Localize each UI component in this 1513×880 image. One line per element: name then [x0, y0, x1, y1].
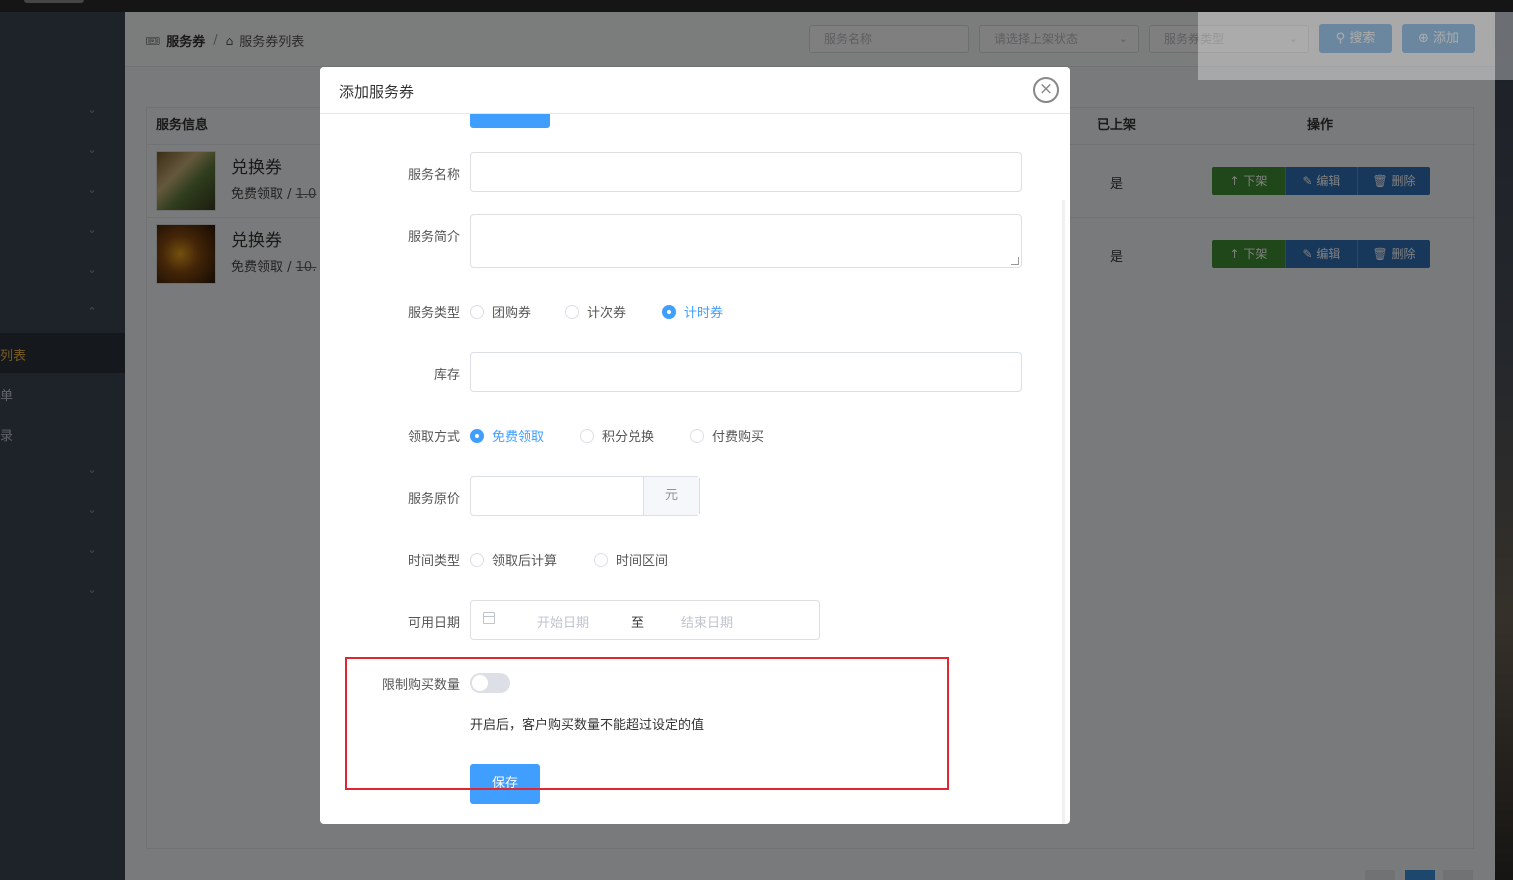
- stock-label: 库存: [433, 368, 460, 383]
- radio-icon: [594, 552, 608, 567]
- dialog-title: 添加服务券: [339, 83, 415, 101]
- radio-group-buy[interactable]: 团购券: [470, 302, 531, 321]
- radio-after-claim[interactable]: 领取后计算: [470, 550, 557, 569]
- claim-method-label: 领取方式: [407, 430, 460, 445]
- service-name-field[interactable]: [470, 152, 1022, 192]
- available-date-label: 可用日期: [407, 616, 460, 631]
- radio-icon: [690, 428, 704, 443]
- calendar-icon: [483, 612, 495, 624]
- service-intro-label: 服务简介: [407, 230, 460, 245]
- original-price-label: 服务原价: [407, 492, 460, 507]
- date-range-picker[interactable]: 开始日期 至 结束日期: [470, 600, 820, 640]
- service-intro-textarea[interactable]: [470, 214, 1022, 268]
- radio-icon: [580, 428, 594, 443]
- resize-handle-icon[interactable]: [1011, 257, 1019, 265]
- radio-paid-purchase[interactable]: 付费购买: [690, 426, 764, 445]
- highlight-box: [345, 657, 949, 790]
- dialog-header: 添加服务券 ×: [320, 67, 1070, 114]
- radio-points-exchange[interactable]: 积分兑换: [580, 426, 654, 445]
- start-date-placeholder[interactable]: 开始日期: [537, 612, 589, 631]
- original-price-field[interactable]: 元: [470, 476, 700, 516]
- radio-icon: [470, 304, 484, 319]
- price-unit: 元: [643, 477, 699, 515]
- close-icon[interactable]: ×: [1033, 77, 1059, 103]
- radio-timed[interactable]: 计时券: [662, 302, 723, 321]
- end-date-placeholder[interactable]: 结束日期: [681, 612, 733, 631]
- radio-checked-icon: [470, 428, 484, 443]
- radio-checked-icon: [662, 304, 676, 319]
- overlay-highlight: [1198, 12, 1513, 80]
- dialog-scrollbar[interactable]: [1062, 200, 1065, 824]
- radio-icon: [565, 304, 579, 319]
- date-separator: 至: [631, 616, 645, 631]
- stock-field[interactable]: [470, 352, 1022, 392]
- service-type-label: 服务类型: [407, 306, 460, 321]
- time-type-label: 时间类型: [407, 554, 460, 569]
- radio-count[interactable]: 计次券: [565, 302, 626, 321]
- service-name-label: 服务名称: [407, 168, 460, 183]
- radio-icon: [470, 552, 484, 567]
- radio-time-range[interactable]: 时间区间: [594, 550, 668, 569]
- radio-free-claim[interactable]: 免费领取: [470, 426, 544, 445]
